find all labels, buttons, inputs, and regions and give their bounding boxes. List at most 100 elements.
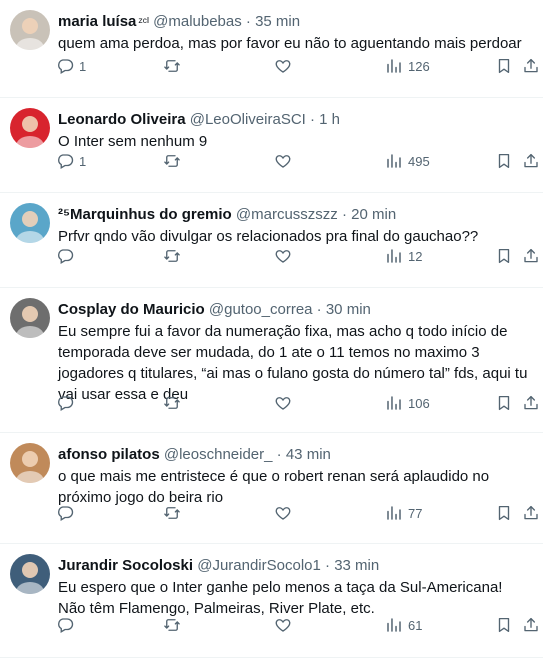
share-button[interactable] [522, 393, 540, 413]
avatar[interactable] [10, 298, 50, 338]
retweet-button[interactable] [163, 246, 181, 266]
views-icon [385, 616, 403, 634]
reply-icon [56, 504, 74, 522]
replies-count: 1 [79, 58, 87, 74]
share-button[interactable] [522, 503, 540, 523]
separator-dot: · [245, 13, 251, 30]
views-button[interactable]: 106 [385, 393, 430, 413]
tweet-actions: 106 [56, 393, 538, 413]
bookmark-button[interactable] [495, 56, 513, 76]
share-icon [522, 57, 540, 75]
share-icon [522, 394, 540, 412]
bookmark-icon [495, 616, 513, 634]
bookmark-button[interactable] [495, 246, 513, 266]
author-handle[interactable]: @malubebas [153, 13, 242, 30]
tweet-timestamp[interactable]: 33 min [334, 557, 379, 574]
reply-button[interactable] [56, 393, 74, 413]
share-button[interactable] [522, 246, 540, 266]
tweet-timestamp[interactable]: 30 min [326, 301, 371, 318]
author-handle[interactable]: @JurandirSocolo1 [197, 557, 321, 574]
tweet-text: quem ama perdoa, mas por favor eu não to… [58, 35, 522, 52]
tweet-timestamp[interactable]: 20 min [351, 206, 396, 223]
share-button[interactable] [522, 615, 540, 635]
tweet-card[interactable]: maria luísa ᶻᶜᴵ @malubebas · 35 min quem a… [0, 0, 543, 98]
reply-button[interactable]: 1 [56, 56, 86, 76]
bookmark-button[interactable] [495, 393, 513, 413]
author-handle[interactable]: @LeoOliveiraSCI [190, 111, 306, 128]
author-handle[interactable]: @marcusszszz [236, 206, 338, 223]
share-button[interactable] [522, 56, 540, 76]
views-button[interactable]: 61 [385, 615, 422, 635]
reply-icon [56, 152, 74, 170]
share-icon [522, 152, 540, 170]
retweet-icon [163, 504, 181, 522]
tweet-timestamp[interactable]: 1 h [319, 111, 340, 128]
avatar[interactable] [10, 108, 50, 148]
reply-button[interactable] [56, 615, 74, 635]
tweet-text: Prfvr qndo vão divulgar os relacionados … [58, 228, 479, 245]
author-name[interactable]: Cosplay do Mauricio [58, 301, 205, 318]
heart-icon [274, 57, 292, 75]
tweet-timestamp[interactable]: 43 min [286, 446, 331, 463]
author-handle[interactable]: @leoschneider_ [164, 446, 273, 463]
views-count: 12 [408, 248, 423, 264]
like-button[interactable] [274, 151, 292, 171]
like-button[interactable] [274, 503, 292, 523]
retweet-button[interactable] [163, 615, 181, 635]
views-count: 77 [408, 505, 423, 521]
share-icon [522, 616, 540, 634]
bookmark-button[interactable] [495, 615, 513, 635]
retweet-button[interactable] [163, 393, 181, 413]
tweet-card[interactable]: Cosplay do Mauricio @gutoo_correa · 30 m… [0, 288, 543, 433]
views-button[interactable]: 126 [385, 56, 430, 76]
views-button[interactable]: 495 [385, 151, 430, 171]
like-button[interactable] [274, 56, 292, 76]
reply-button[interactable] [56, 246, 74, 266]
author-name[interactable]: maria luísa [58, 13, 136, 30]
reply-button[interactable] [56, 503, 74, 523]
tweet-card[interactable]: Leonardo Oliveira @LeoOliveiraSCI · 1 h O… [0, 98, 543, 193]
author-name[interactable]: Leonardo Oliveira [58, 111, 186, 128]
retweet-button[interactable] [163, 56, 181, 76]
share-icon [522, 504, 540, 522]
views-button[interactable]: 77 [385, 503, 422, 523]
share-icon [522, 247, 540, 265]
separator-dot: · [316, 301, 322, 318]
avatar[interactable] [10, 554, 50, 594]
tweet-timestamp[interactable]: 35 min [255, 13, 300, 30]
views-button[interactable]: 12 [385, 246, 422, 266]
avatar[interactable] [10, 10, 50, 50]
tweet-actions: 77 [56, 503, 538, 523]
like-button[interactable] [274, 615, 292, 635]
author-handle[interactable]: @gutoo_correa [209, 301, 313, 318]
tweet-content: Leonardo Oliveira @LeoOliveiraSCI · 1 h O… [58, 110, 533, 152]
reply-icon [56, 247, 74, 265]
bookmark-button[interactable] [495, 503, 513, 523]
author-name[interactable]: afonso pilatos [58, 446, 160, 463]
tweet-content: afonso pilatos @leoschneider_ · 43 min o … [58, 445, 533, 508]
share-button[interactable] [522, 151, 540, 171]
retweet-button[interactable] [163, 503, 181, 523]
tweet-header: afonso pilatos @leoschneider_ · 43 min [58, 445, 533, 465]
like-button[interactable] [274, 393, 292, 413]
author-name[interactable]: Jurandir Socoloski [58, 557, 193, 574]
author-name[interactable]: ²⁵Marquinhus do gremio [58, 206, 232, 223]
views-icon [385, 152, 403, 170]
tweet-card[interactable]: ²⁵Marquinhus do gremio @marcusszszz · 20… [0, 193, 543, 288]
bookmark-icon [495, 57, 513, 75]
tweet-text: O Inter sem nenhum 9 [58, 133, 208, 150]
tweet-card[interactable]: Jurandir Socoloski @JurandirSocolo1 · 33… [0, 544, 543, 658]
tweet-text: Eu espero que o Inter ganhe pelo menos a… [58, 579, 503, 617]
retweet-button[interactable] [163, 151, 181, 171]
heart-icon [274, 247, 292, 265]
bookmark-button[interactable] [495, 151, 513, 171]
like-button[interactable] [274, 246, 292, 266]
tweet-actions: 1 126 [56, 56, 538, 76]
avatar[interactable] [10, 203, 50, 243]
avatar[interactable] [10, 443, 50, 483]
author-name-suffix: ᶻᶜᴵ [138, 15, 149, 29]
retweet-icon [163, 57, 181, 75]
tweet-header: ²⁵Marquinhus do gremio @marcusszszz · 20… [58, 205, 533, 225]
reply-button[interactable]: 1 [56, 151, 86, 171]
tweet-card[interactable]: afonso pilatos @leoschneider_ · 43 min o … [0, 433, 543, 544]
